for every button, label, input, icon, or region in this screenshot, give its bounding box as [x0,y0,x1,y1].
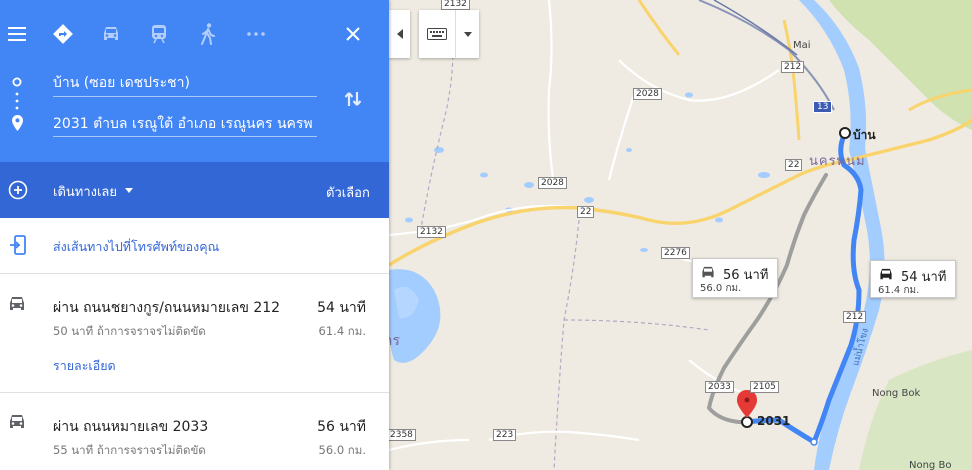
route-via: ผ่าน ถนนชยางกูร/ถนนหมายเลข 212 [53,300,281,316]
pond [434,147,444,153]
menu-icon[interactable] [4,22,30,46]
options-button[interactable]: ตัวเลือก [326,182,370,203]
place-label-partial: Nong Bo [909,460,952,470]
info-distance: 56.0 กม. [700,283,742,294]
route-details-link[interactable]: รายละเอียด [53,356,116,376]
pond [584,197,594,203]
road-shield: 22 [577,206,595,218]
map-graphics[interactable] [389,0,972,470]
route-time: 54 นาที [317,300,366,316]
pond [640,248,648,252]
send-to-phone-link[interactable]: ส่งเส้นทางไปที่โทรศัพท์ของคุณ [53,237,219,257]
origin-circle-icon [10,75,24,89]
route-distance: 61.4 กม. [318,324,366,338]
car-icon [877,267,895,281]
road-shield: 2028 [538,177,567,189]
keyboard-icon[interactable] [419,28,455,40]
pond [685,92,693,98]
car-icon [6,413,28,431]
pond [405,217,413,223]
collapse-panel-button[interactable] [389,10,410,58]
car-icon [6,295,28,313]
road-shield: 22 [785,159,803,171]
directions-header: บ้าน (ซอย เดชประชา) 2031 ตำบล เรณูใต้ อำ… [0,0,389,162]
swap-icon[interactable] [340,86,366,112]
route-traffic-note: 55 นาที ถ้าการจราจรไม่ติดขัด [53,443,206,457]
keyboard-button[interactable] [419,10,479,58]
road-shield: 2033 [705,381,734,393]
road-shield: 223 [493,429,517,441]
pond [715,217,723,223]
chevron-left-icon [396,29,403,39]
walk-icon[interactable] [195,22,221,46]
place-label-partial: คร [389,333,400,349]
leave-now-dropdown[interactable]: เดินทางเลย [53,181,117,202]
place-label-nong-bok: Nong Bok [872,388,921,399]
pond [480,172,488,178]
route-via: ผ่าน ถนนหมายเลข 2033 [53,419,209,435]
car-icon [699,265,717,279]
road-shield: 212 [843,311,867,323]
chevron-down-icon[interactable] [456,31,479,37]
close-icon[interactable] [340,22,366,46]
place-label-mai: Mai [793,40,811,51]
road-shield: 2358 [389,429,416,441]
origin-marker [839,127,851,139]
route-traffic-note: 50 นาที ถ้าการจราจรไม่ติดขัด [53,324,206,338]
road-shield: 2028 [633,88,662,100]
route-distance: 56.0 กม. [318,443,366,457]
car-icon[interactable] [98,22,124,46]
route-info-primary[interactable]: 54 นาที 61.4 กม. [870,260,956,298]
road-shield: 2132 [417,226,446,238]
destination-marker [741,416,753,428]
road-shield: 2105 [750,381,779,393]
destination-underline [53,136,317,137]
road-shield: 2132 [441,0,470,10]
destination-input[interactable]: 2031 ตำบล เรณูใต้ อำเภอ เรณูนคร นครพ [53,113,317,135]
options-bar: เดินทางเลย ตัวเลือก [0,162,389,218]
route-option-1[interactable]: ผ่าน ถนนชยางกูร/ถนนหมายเลข 212 54 นาที 5… [0,274,389,392]
destination-map-label: 2031 [757,414,791,428]
info-distance: 61.4 กม. [878,285,920,296]
map-canvas[interactable]: 2132 212 2028 13 2028 22 22 2132 2276 21… [389,0,972,470]
place-label-nakhon-phanom: นครพนม [809,154,866,169]
road-shield: 13 [813,101,833,113]
directions-icon[interactable] [50,22,76,46]
origin-input[interactable]: บ้าน (ซอย เดชประชา) [53,72,315,94]
pond [758,172,770,178]
add-destination-icon[interactable] [7,179,29,201]
route-option-2[interactable]: ผ่าน ถนนหมายเลข 2033 56 นาที 55 นาที ถ้า… [0,393,389,470]
road-shield: 2276 [661,247,690,259]
road-shield: 212 [781,61,805,73]
more-icon[interactable] [243,22,269,46]
route-time: 56 นาที [317,419,366,435]
train-icon[interactable] [146,22,172,46]
route-info-alt[interactable]: 56 นาที 56.0 กม. [692,258,778,298]
pond [524,182,534,188]
destination-pin-icon [10,114,24,132]
send-to-phone-icon[interactable] [7,233,29,257]
origin-underline [53,96,317,97]
route-dots-icon [14,90,20,112]
directions-panel: บ้าน (ซอย เดชประชา) 2031 ตำบล เรณูใต้ อำ… [0,0,389,470]
chevron-down-icon[interactable] [123,185,135,195]
origin-map-label: บ้าน [853,128,876,142]
pond [626,148,632,152]
